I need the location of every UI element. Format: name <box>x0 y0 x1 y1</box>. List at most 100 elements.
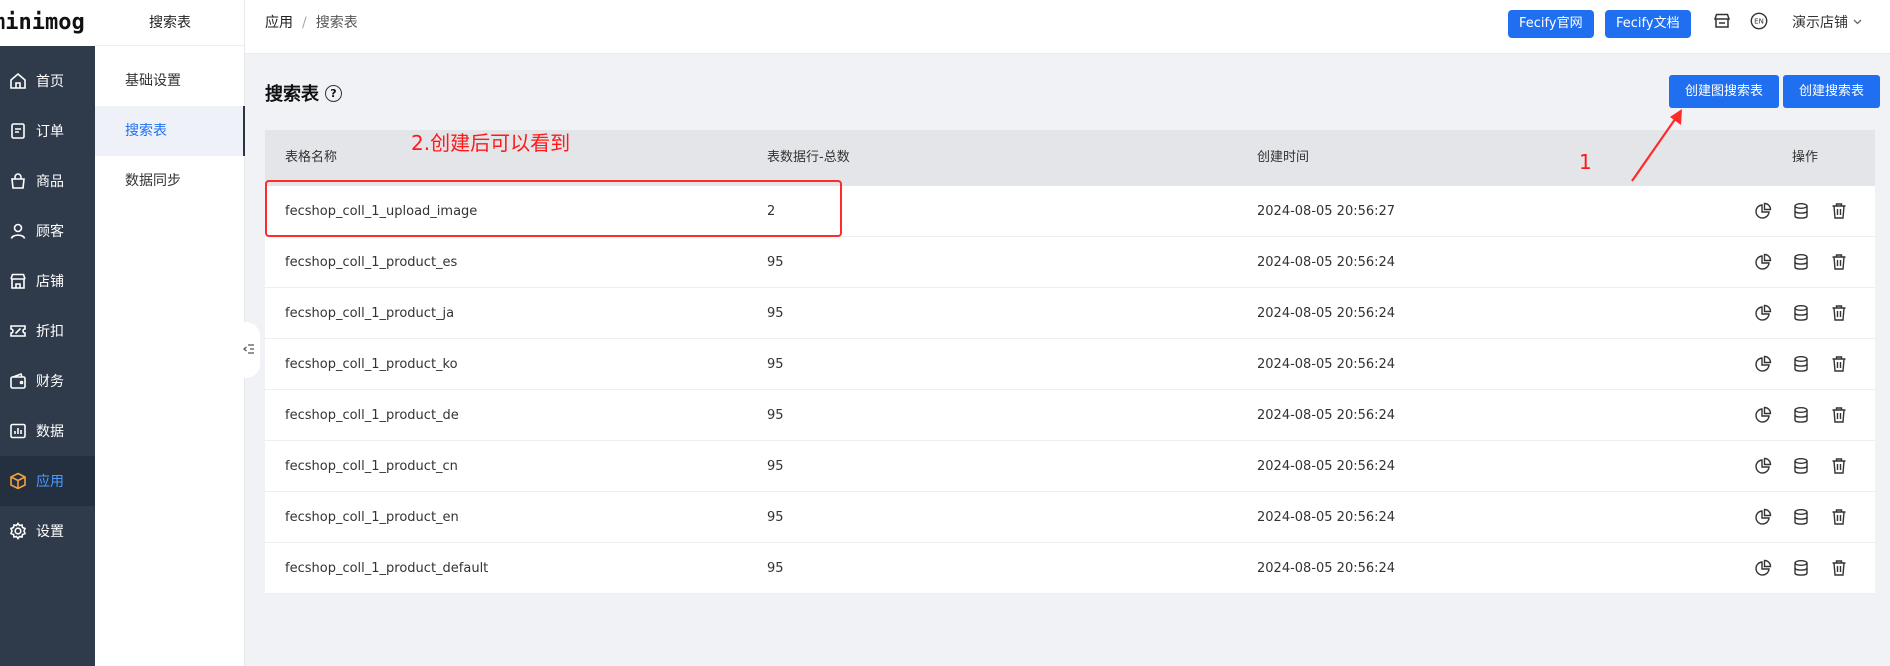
row-name: fecshop_coll_1_product_cn <box>285 459 458 474</box>
breadcrumb-root[interactable]: 应用 <box>265 15 293 31</box>
row-count: 95 <box>767 255 784 270</box>
database-icon[interactable] <box>1791 558 1811 578</box>
database-icon[interactable] <box>1791 507 1811 527</box>
language-button[interactable]: EN <box>1750 12 1768 34</box>
row-count: 95 <box>767 357 784 372</box>
row-created: 2024-08-05 20:56:27 <box>1257 204 1396 219</box>
nav-item-finance[interactable]: 财务 <box>0 356 95 406</box>
trash-icon[interactable] <box>1829 354 1849 374</box>
row-name: fecshop_coll_1_product_en <box>285 510 459 525</box>
logo[interactable]: minimog <box>0 0 95 46</box>
nav-item-data[interactable]: 数据 <box>0 406 95 456</box>
fecify-site-button[interactable]: Fecify官网 <box>1508 10 1594 38</box>
nav-label: 顾客 <box>36 224 64 240</box>
stats-icon[interactable] <box>1753 507 1773 527</box>
nav-label: 数据 <box>36 424 64 440</box>
bag-icon <box>9 172 27 190</box>
database-icon[interactable] <box>1791 405 1811 425</box>
row-name: fecshop_coll_1_product_ko <box>285 357 458 372</box>
page-title-text: 搜索表 <box>265 84 319 105</box>
trash-icon[interactable] <box>1829 456 1849 476</box>
row-created: 2024-08-05 20:56:24 <box>1257 306 1396 321</box>
nav-label: 设置 <box>36 524 64 540</box>
stats-icon[interactable] <box>1753 405 1773 425</box>
sub-item-data-sync[interactable]: 数据同步 <box>95 156 245 206</box>
column-header-count: 表数据行-总数 <box>767 150 850 165</box>
sub-item-search-tables[interactable]: 搜索表 <box>95 106 245 156</box>
trash-icon[interactable] <box>1829 303 1849 323</box>
create-image-search-table-button[interactable]: 创建图搜索表 <box>1669 75 1780 108</box>
table-row: fecshop_coll_1_product_en 95 2024-08-05 … <box>265 492 1875 543</box>
gear-icon <box>9 522 27 540</box>
collapse-sidebar-button[interactable] <box>238 322 260 378</box>
nav-label: 订单 <box>36 124 64 140</box>
svg-text:EN: EN <box>1754 18 1764 26</box>
row-created: 2024-08-05 20:56:24 <box>1257 357 1396 372</box>
database-icon[interactable] <box>1791 252 1811 272</box>
language-icon: EN <box>1750 12 1768 34</box>
nav-item-apps[interactable]: 应用 <box>0 456 95 506</box>
breadcrumb-separator: / <box>302 15 307 31</box>
store-switcher[interactable]: 演示店铺 <box>1792 0 1863 46</box>
trash-icon[interactable] <box>1829 507 1849 527</box>
page-title: 搜索表 ? <box>265 80 342 106</box>
coupon-icon <box>9 322 27 340</box>
nav-label: 折扣 <box>36 324 64 340</box>
annotation-highlight-box <box>265 180 842 237</box>
table-row: fecshop_coll_1_product_es 95 2024-08-05 … <box>265 237 1875 288</box>
table-row: fecshop_coll_1_product_ja 95 2024-08-05 … <box>265 288 1875 339</box>
stats-icon[interactable] <box>1753 456 1773 476</box>
stats-icon[interactable] <box>1753 252 1773 272</box>
create-search-table-button[interactable]: 创建搜索表 <box>1783 75 1881 108</box>
column-header-actions: 操作 <box>1792 150 1819 165</box>
chevron-down-icon <box>1852 15 1863 31</box>
database-icon[interactable] <box>1791 354 1811 374</box>
row-count: 95 <box>767 459 784 474</box>
store-name: 演示店铺 <box>1792 15 1848 31</box>
nav-label: 商品 <box>36 174 64 190</box>
storefront-icon <box>1713 13 1731 34</box>
stats-icon[interactable] <box>1753 558 1773 578</box>
sub-menu-title: 搜索表 <box>95 0 245 46</box>
database-icon[interactable] <box>1791 456 1811 476</box>
trash-icon[interactable] <box>1829 558 1849 578</box>
wallet-icon <box>9 372 27 390</box>
nav-item-customers[interactable]: 顾客 <box>0 206 95 256</box>
nav-item-settings[interactable]: 设置 <box>0 506 95 556</box>
nav-item-orders[interactable]: 订单 <box>0 106 95 156</box>
row-count: 95 <box>767 510 784 525</box>
nav-item-discounts[interactable]: 折扣 <box>0 306 95 356</box>
row-name: fecshop_coll_1_product_default <box>285 561 489 576</box>
trash-icon[interactable] <box>1829 252 1849 272</box>
main-nav: minimog 首页 订单 商品 顾客 店铺 折扣 财务 数据 应用 设置 <box>0 0 95 666</box>
table-row: fecshop_coll_1_product_default 95 2024-0… <box>265 543 1875 594</box>
user-icon <box>9 222 27 240</box>
stats-icon[interactable] <box>1753 354 1773 374</box>
nav-item-products[interactable]: 商品 <box>0 156 95 206</box>
collapse-icon <box>242 343 255 358</box>
nav-label: 店铺 <box>36 274 64 290</box>
order-icon <box>9 122 27 140</box>
sub-item-basic-settings[interactable]: 基础设置 <box>95 56 245 106</box>
row-count: 95 <box>767 408 784 423</box>
trash-icon[interactable] <box>1829 201 1849 221</box>
row-name: fecshop_coll_1_product_ja <box>285 306 455 321</box>
nav-item-home[interactable]: 首页 <box>0 56 95 106</box>
table-row: fecshop_coll_1_product_ko 95 2024-08-05 … <box>265 339 1875 390</box>
nav-item-store[interactable]: 店铺 <box>0 256 95 306</box>
chart-icon <box>9 422 27 440</box>
trash-icon[interactable] <box>1829 405 1849 425</box>
help-icon[interactable]: ? <box>325 84 342 102</box>
stats-icon[interactable] <box>1753 201 1773 221</box>
breadcrumb: 应用 / 搜索表 <box>265 0 358 46</box>
database-icon[interactable] <box>1791 303 1811 323</box>
stats-icon[interactable] <box>1753 303 1773 323</box>
database-icon[interactable] <box>1791 201 1811 221</box>
storefront-button[interactable] <box>1713 12 1731 34</box>
nav-label: 首页 <box>36 74 64 90</box>
column-header-name: 表格名称 <box>285 150 338 165</box>
fecify-docs-button[interactable]: Fecify文档 <box>1605 10 1691 38</box>
annotation-arrow-icon <box>1620 105 1690 189</box>
row-created: 2024-08-05 20:56:24 <box>1257 255 1396 270</box>
annotation-step-1: 1 <box>1579 150 1592 174</box>
